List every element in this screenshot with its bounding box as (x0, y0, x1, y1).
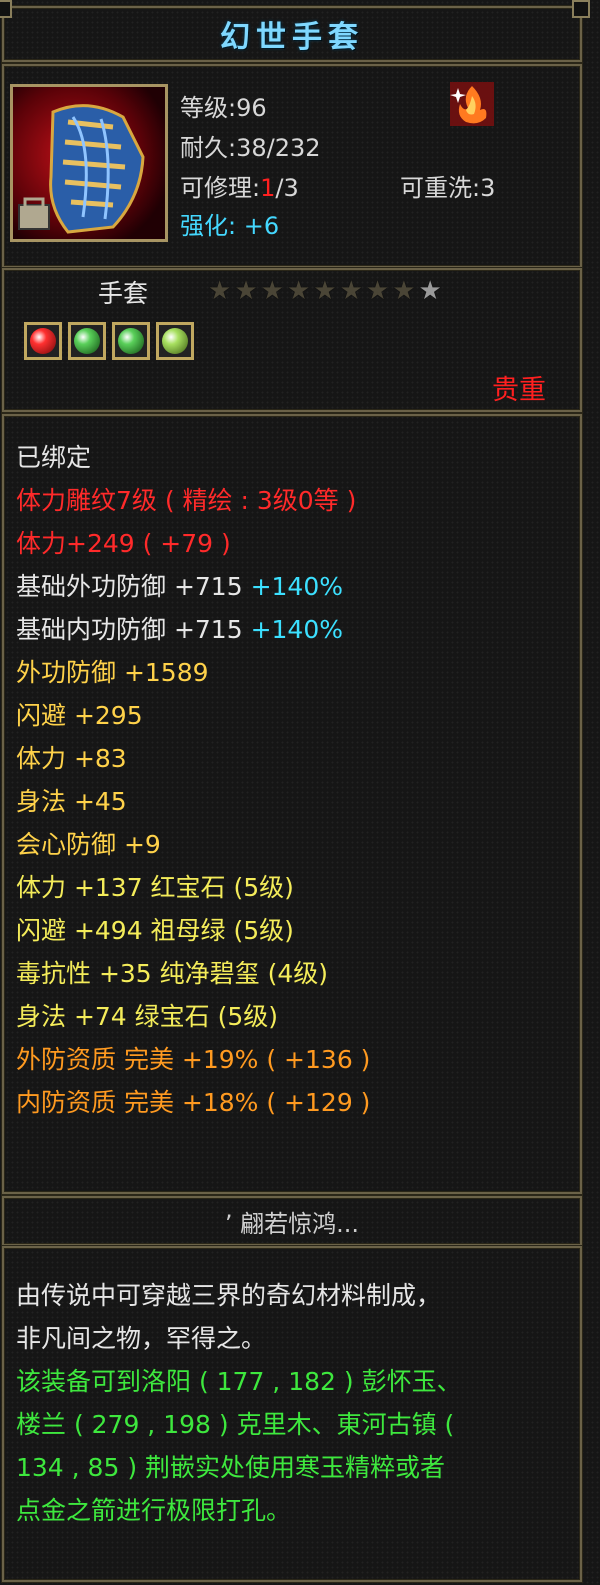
description-line: 点金之箭进行极限打孔。 (16, 1496, 292, 1525)
star-icon: ★ (208, 276, 232, 306)
item-header-panel: 等级:96 耐久:38/232 可修理:1/3 可重洗:3 强化: +6 (2, 64, 582, 268)
star-icon: ★ (339, 276, 363, 306)
item-level: 等级:96 (180, 94, 267, 122)
stat-line: 体力雕纹7级 ( 精绘 : 3级0等 ) (16, 481, 356, 517)
set-name-bar: ’ 翩若惊鸿... (2, 1196, 582, 1246)
stat-text: 体力 +137 红宝石 (5级) (16, 873, 294, 902)
stat-line: 闪避 +494 祖母绿 (5级) (16, 911, 294, 947)
stat-text: 闪避 +295 (16, 701, 143, 730)
stat-line: 毒抗性 +35 纯净碧玺 (4级) (16, 954, 328, 990)
stat-text: 基础内功防御 +715 (16, 615, 243, 644)
stat-text: 外防资质 完美 +19% ( +136 ) (16, 1045, 371, 1074)
star-icon: ★ (313, 276, 337, 306)
description-line: 非凡间之物，罕得之。 (16, 1324, 267, 1353)
item-durability: 耐久:38/232 (180, 134, 321, 162)
frame-corner (572, 0, 590, 18)
description-line: 134 , 85 ) 荆嵌实处使用寒玉精粹或者 (16, 1453, 446, 1482)
flame-buff-icon (450, 82, 494, 126)
description-panel: 由传说中可穿越三界的奇幻材料制成， 非凡间之物，罕得之。该装备可到洛阳 ( 177… (2, 1246, 582, 1582)
stat-line: 基础外功防御 +715 +140% (16, 567, 343, 603)
stat-text: 会心防御 +9 (16, 830, 161, 859)
stat-line: 体力+249 ( +79 ) (16, 524, 231, 560)
item-tooltip: 幻世手套 等级:96 耐久:38/232 可修理:1/3 可重洗:3 强化: +… (0, 0, 600, 1585)
star-rating: ★ ★ ★ ★ ★ ★ ★ ★ ★ (208, 278, 442, 304)
stat-line: 内防资质 完美 +18% ( +129 ) (16, 1083, 370, 1119)
stat-line: 体力 +137 红宝石 (5级) (16, 868, 294, 904)
stat-line: 外功防御 +1589 (16, 653, 209, 689)
item-enhance: 强化: +6 (180, 212, 280, 240)
stat-text: 体力+249 ( +79 ) (16, 529, 231, 558)
stat-text: 闪避 +494 祖母绿 (5级) (16, 916, 294, 945)
stat-text: 毒抗性 +35 纯净碧玺 (4级) (16, 959, 329, 988)
gauntlet-icon (13, 87, 165, 239)
rarity-label: 贵重 (492, 375, 546, 406)
item-type-panel: 手套 ★ ★ ★ ★ ★ ★ ★ ★ ★ 贵重 (2, 268, 582, 412)
stat-line: 已绑定 (16, 438, 91, 474)
stat-text: 基础外功防御 +715 (16, 572, 243, 601)
stat-line: 身法 +74 绿宝石 (5级) (16, 997, 278, 1033)
stat-line: 身法 +45 (16, 782, 127, 818)
green-gem-icon (112, 322, 150, 360)
description-line: 由传说中可穿越三界的奇幻材料制成， (16, 1281, 442, 1310)
set-name: ’ 翩若惊鸿... (224, 1209, 360, 1238)
item-name: 幻世手套 (220, 20, 364, 55)
star-icon: ★ (286, 276, 311, 306)
repair-label: 可修理: (180, 174, 261, 202)
stats-panel: 已绑定体力雕纹7级 ( 精绘 : 3级0等 ) 体力+249 ( +79 ) 基础外… (2, 414, 582, 1194)
red-gem-icon (24, 322, 62, 360)
stat-line: 体力 +83 (16, 739, 127, 775)
jade-gem-icon (156, 322, 194, 360)
frame-corner (0, 0, 12, 18)
item-type: 手套 (98, 279, 149, 308)
item-icon (10, 84, 168, 242)
gem-slots (24, 322, 194, 360)
title-bar: 幻世手套 (2, 6, 582, 62)
description-line: 楼兰 ( 279 , 198 ) 克里木、東河古镇 ( (16, 1410, 455, 1439)
star-icon: ★ (392, 276, 416, 306)
stat-text: 身法 +45 (16, 787, 127, 816)
stat-text: 内防资质 完美 +18% ( +129 ) (16, 1088, 371, 1117)
stat-text: 已绑定 (16, 443, 92, 472)
repair-max: /3 (275, 174, 299, 202)
stat-line: 外防资质 完美 +19% ( +136 ) (16, 1040, 370, 1076)
star-icon: ★ (260, 276, 284, 306)
stat-line: 基础内功防御 +715 +140% (16, 610, 343, 646)
item-repair: 可修理:1/3 (180, 168, 299, 203)
description-line: 该装备可到洛阳 ( 177 , 182 ) 彭怀玉、 (16, 1367, 462, 1396)
stat-text: 外功防御 +1589 (16, 658, 209, 687)
stat-line: 会心防御 +9 (16, 825, 161, 861)
stat-bonus: +140% (242, 615, 343, 644)
item-rewash: 可重洗:3 (400, 174, 496, 202)
stat-text: 体力 +83 (16, 744, 127, 773)
star-icon: ★ (365, 276, 390, 306)
stat-bonus: +140% (242, 572, 343, 601)
star-icon: ★ (234, 276, 258, 306)
stat-text: 身法 +74 绿宝石 (5级) (16, 1002, 279, 1031)
repair-current: 1 (260, 174, 276, 202)
green-gem-icon (68, 322, 106, 360)
star-icon: ★ (418, 276, 442, 306)
stat-line: 闪避 +295 (16, 696, 143, 732)
stat-text: 体力雕纹7级 ( 精绘 : 3级0等 ) (16, 486, 357, 515)
